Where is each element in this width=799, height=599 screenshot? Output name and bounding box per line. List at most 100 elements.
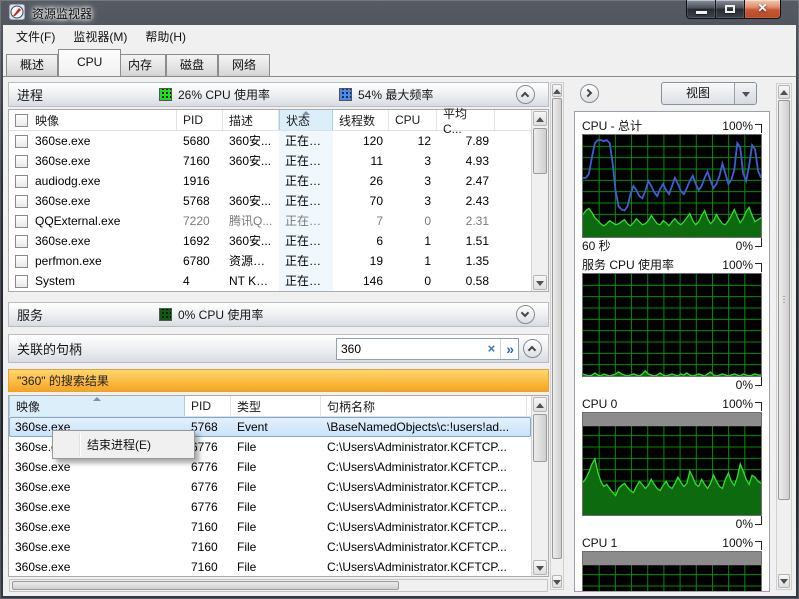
scroll-down-button[interactable] xyxy=(533,560,547,575)
search-go-button[interactable]: » xyxy=(500,339,518,359)
handles-horizontal-scrollbar[interactable] xyxy=(9,579,548,592)
window-body: 文件(F) 监视器(M) 帮助(H) 概述 CPU 内存 磁盘 网络 进程 26% CPU … xyxy=(3,25,796,596)
scrollbar-thumb[interactable] xyxy=(778,100,790,500)
left-pane-scrollbar[interactable] xyxy=(550,82,564,590)
row-checkbox[interactable] xyxy=(15,274,28,288)
menu-item-0[interactable]: 文件(F) xyxy=(7,25,64,48)
menu-item-1[interactable]: 监视器(M) xyxy=(64,25,136,48)
search-input[interactable] xyxy=(337,342,483,356)
tab-内存[interactable]: 内存 xyxy=(114,54,167,76)
bracket-bottom-icon xyxy=(755,516,762,525)
maximize-icon xyxy=(725,5,735,13)
process-row[interactable]: audiodg.exe 1916 正在运行 26 3 2.47 xyxy=(9,171,548,191)
processes-scrollbar[interactable] xyxy=(531,110,548,291)
process-row[interactable]: perfmon.exe 6780 资源和... 正在运行 19 1 1.35 xyxy=(9,251,548,271)
scroll-up-button[interactable] xyxy=(778,85,790,99)
handle-type: File xyxy=(237,480,257,494)
handle-row[interactable]: 360se.exe 6776 File C:\Users\Administrator.… xyxy=(9,477,531,497)
row-checkbox[interactable] xyxy=(15,234,28,248)
handle-row[interactable]: 360se.exe 7160 File C:\Users\Administrator.… xyxy=(9,537,531,557)
row-checkbox[interactable] xyxy=(15,214,28,228)
process-row[interactable]: 360se.exe 1692 360安... 正在运行 6 1 1.51 xyxy=(9,231,548,251)
process-threads: 120 xyxy=(362,134,383,148)
handle-row[interactable]: 360se.exe 7160 File C:\Users\Administrator.… xyxy=(9,517,531,537)
scroll-down-button[interactable] xyxy=(533,275,547,290)
process-description: 360安... xyxy=(229,154,272,168)
column-header-平均 C...[interactable]: 平均 C... xyxy=(437,107,495,136)
view-button[interactable]: 视图 xyxy=(661,82,757,105)
handle-row[interactable]: 360se.exe 6776 File C:\Users\Administrator.… xyxy=(9,497,531,517)
column-header-PID[interactable]: PID xyxy=(177,110,223,130)
handles-header[interactable]: 关联的句柄 × » xyxy=(8,334,549,363)
row-checkbox[interactable] xyxy=(15,254,28,268)
scroll-up-button[interactable] xyxy=(533,111,547,126)
column-header-映像[interactable]: 映像 xyxy=(9,396,185,416)
triangle-up-icon xyxy=(780,90,788,95)
view-button-label[interactable]: 视图 xyxy=(662,83,734,104)
processes-collapse-button[interactable] xyxy=(516,85,535,104)
handles-scrollbar[interactable] xyxy=(531,396,548,576)
maximize-button[interactable] xyxy=(716,0,745,19)
select-all-checkbox[interactable] xyxy=(15,113,28,127)
scrollbar-thumb[interactable] xyxy=(552,98,562,559)
process-row[interactable]: 360se.exe 5768 360安... 正在运行 70 3 2.43 xyxy=(9,191,548,211)
process-row[interactable]: System 4 NT Ker... 正在运行 146 0 0.58 xyxy=(9,271,548,291)
scroll-down-button[interactable] xyxy=(778,574,790,588)
column-header-CPU[interactable]: CPU xyxy=(389,110,437,130)
process-cpu: 0 xyxy=(424,214,431,228)
column-header-状态[interactable]: 状态 xyxy=(279,110,333,130)
scrollbar-thumb[interactable] xyxy=(12,581,399,590)
titlebar[interactable]: 资源监视器 ✕ xyxy=(0,0,799,25)
services-header[interactable]: 服务 0% CPU 使用率 xyxy=(8,302,549,327)
scrollbar-thumb[interactable] xyxy=(533,414,547,462)
processes-header[interactable]: 进程 26% CPU 使用率 54% 最大频率 xyxy=(8,82,549,107)
handle-pid: 7160 xyxy=(191,520,218,534)
minimize-button[interactable] xyxy=(686,0,716,19)
handle-handle-name: C:\Users\Administrator.KCFTCP... xyxy=(327,560,507,574)
pane-expand-button[interactable] xyxy=(580,84,599,103)
handle-row[interactable]: 360se.exe 6776 File C:\Users\Administrator.… xyxy=(9,457,531,477)
row-checkbox[interactable] xyxy=(15,194,28,208)
row-checkbox[interactable] xyxy=(15,134,28,148)
process-threads: 70 xyxy=(369,194,383,208)
scroll-up-button[interactable] xyxy=(533,397,547,412)
tab-CPU[interactable]: CPU xyxy=(58,49,122,76)
column-header-映像[interactable]: 映像 xyxy=(9,110,177,130)
scroll-down-button[interactable] xyxy=(552,575,562,588)
services-cpu-usage-label: 0% CPU 使用率 xyxy=(178,308,264,322)
graph-list: CPU - 总计 100% 60 秒 0% 服务 CPU 使用率 100% 0% CPU 0 1… xyxy=(574,111,770,592)
process-image-name: 360se.exe xyxy=(35,234,91,248)
clear-search-icon[interactable]: × xyxy=(483,339,501,359)
scrollbar-thumb[interactable] xyxy=(533,128,547,174)
handle-pid: 7160 xyxy=(191,560,218,574)
chart-title-service-cpu: 服务 CPU 使用率 xyxy=(582,258,675,272)
cpu-usage-label: 26% CPU 使用率 xyxy=(178,88,271,102)
process-row[interactable]: 360se.exe 5680 360安... 正在运行 120 12 7.89 xyxy=(9,131,548,151)
chart-min-label: 0% xyxy=(735,238,753,253)
column-header-类型[interactable]: 类型 xyxy=(231,396,321,416)
close-button[interactable]: ✕ xyxy=(745,0,781,19)
window-title: 资源监视器 xyxy=(32,7,93,21)
handle-row[interactable]: 360se.exe 7160 File C:\Users\Administrator.… xyxy=(9,557,531,577)
column-header-PID[interactable]: PID xyxy=(185,396,231,416)
process-image-name: 360se.exe xyxy=(35,154,91,168)
tab-网络[interactable]: 网络 xyxy=(218,54,271,76)
tab-磁盘[interactable]: 磁盘 xyxy=(166,54,219,76)
view-dropdown-button[interactable] xyxy=(734,83,756,104)
scroll-up-button[interactable] xyxy=(552,84,562,97)
column-label: 映像 xyxy=(35,113,60,128)
process-row[interactable]: QQExternal.exe 7220 腾讯Q... 正在运行 7 0 2.31 xyxy=(9,211,548,231)
row-checkbox[interactable] xyxy=(15,154,28,168)
handles-collapse-button[interactable] xyxy=(523,339,542,358)
menu-item-2[interactable]: 帮助(H) xyxy=(136,25,195,48)
graphs-scrollbar[interactable] xyxy=(776,83,792,590)
column-header-句柄名称[interactable]: 句柄名称 xyxy=(321,396,527,416)
services-expand-button[interactable] xyxy=(516,305,535,324)
context-menu-item-end-process[interactable]: 结束进程(E) xyxy=(53,436,151,453)
tab-概述[interactable]: 概述 xyxy=(6,54,59,76)
process-row[interactable]: 360se.exe 7160 360安... 正在运行 11 3 4.93 xyxy=(9,151,548,171)
row-checkbox[interactable] xyxy=(15,174,28,188)
column-header-线程数[interactable]: 线程数 xyxy=(333,110,389,130)
process-description: NT Ker... xyxy=(229,274,277,288)
column-header-描述[interactable]: 描述 xyxy=(223,110,279,130)
